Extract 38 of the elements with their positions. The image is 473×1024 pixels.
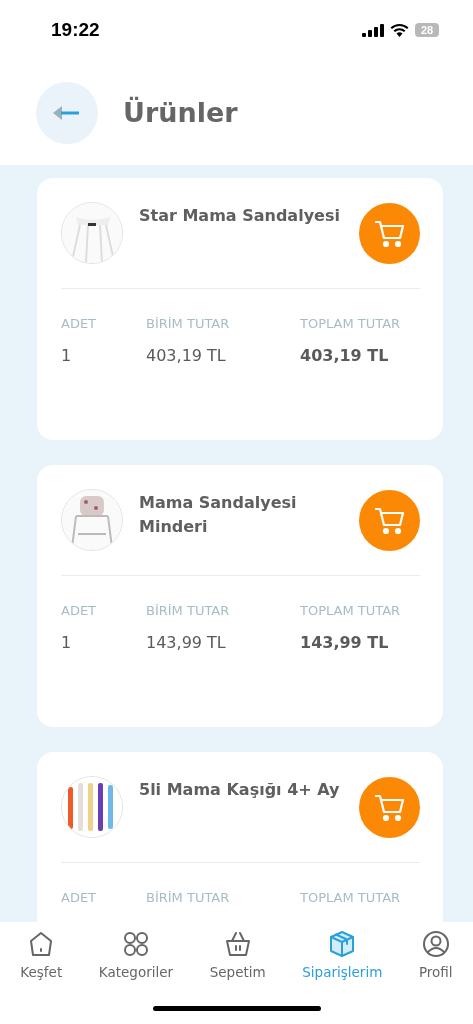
unit-price-label: BİRİM TUTAR <box>146 890 231 905</box>
user-icon <box>421 930 450 958</box>
signal-icon <box>362 23 384 37</box>
total-price-label: TOPLAM TUTAR <box>300 603 402 618</box>
cart-icon <box>374 219 405 248</box>
add-to-cart-button[interactable] <box>359 203 420 264</box>
total-price-label: TOPLAM TUTAR <box>300 316 402 331</box>
unit-price-label: BİRİM TUTAR <box>146 316 231 331</box>
page-title: Ürünler <box>123 97 238 128</box>
unit-price-value: 143,99 TL <box>146 633 227 652</box>
unit-price-label: BİRİM TUTAR <box>146 603 231 618</box>
total-price-value: 143,99 TL <box>300 633 390 652</box>
cart-icon <box>374 793 405 822</box>
clock: 19:22 <box>51 19 100 41</box>
tab-item[interactable]: Profil <box>418 930 453 980</box>
add-to-cart-button[interactable] <box>359 490 420 551</box>
quantity-value: 1 <box>61 633 73 652</box>
unit-price-value: 403,19 TL <box>146 346 227 365</box>
quantity-label: ADET <box>61 603 98 618</box>
back-arrow-icon <box>53 105 81 120</box>
quantity-value: 1 <box>61 346 73 365</box>
tab-item[interactable]: Kategoriler <box>98 930 174 980</box>
total-price-label: TOPLAM TUTAR <box>300 890 402 905</box>
product-name: Star Mama Sandalyesi <box>139 205 341 227</box>
product-name: Mama Sandalyesi Minderi <box>139 492 298 538</box>
product-name: 5li Mama Kaşığı 4+ Ay <box>139 779 341 801</box>
battery-level: 28 <box>415 23 439 37</box>
quantity-label: ADET <box>61 890 98 905</box>
grid-icon <box>121 930 150 958</box>
total-price-value: 403,19 TL <box>300 346 390 365</box>
quantity-label: ADET <box>61 316 98 331</box>
add-to-cart-button[interactable] <box>359 777 420 838</box>
box-icon <box>328 930 357 958</box>
tab-item[interactable]: Sepetim <box>209 930 266 980</box>
wifi-icon <box>390 23 409 37</box>
tab-item[interactable]: Keşfet <box>20 930 63 980</box>
basket-icon <box>223 930 252 958</box>
cart-icon <box>374 506 405 535</box>
